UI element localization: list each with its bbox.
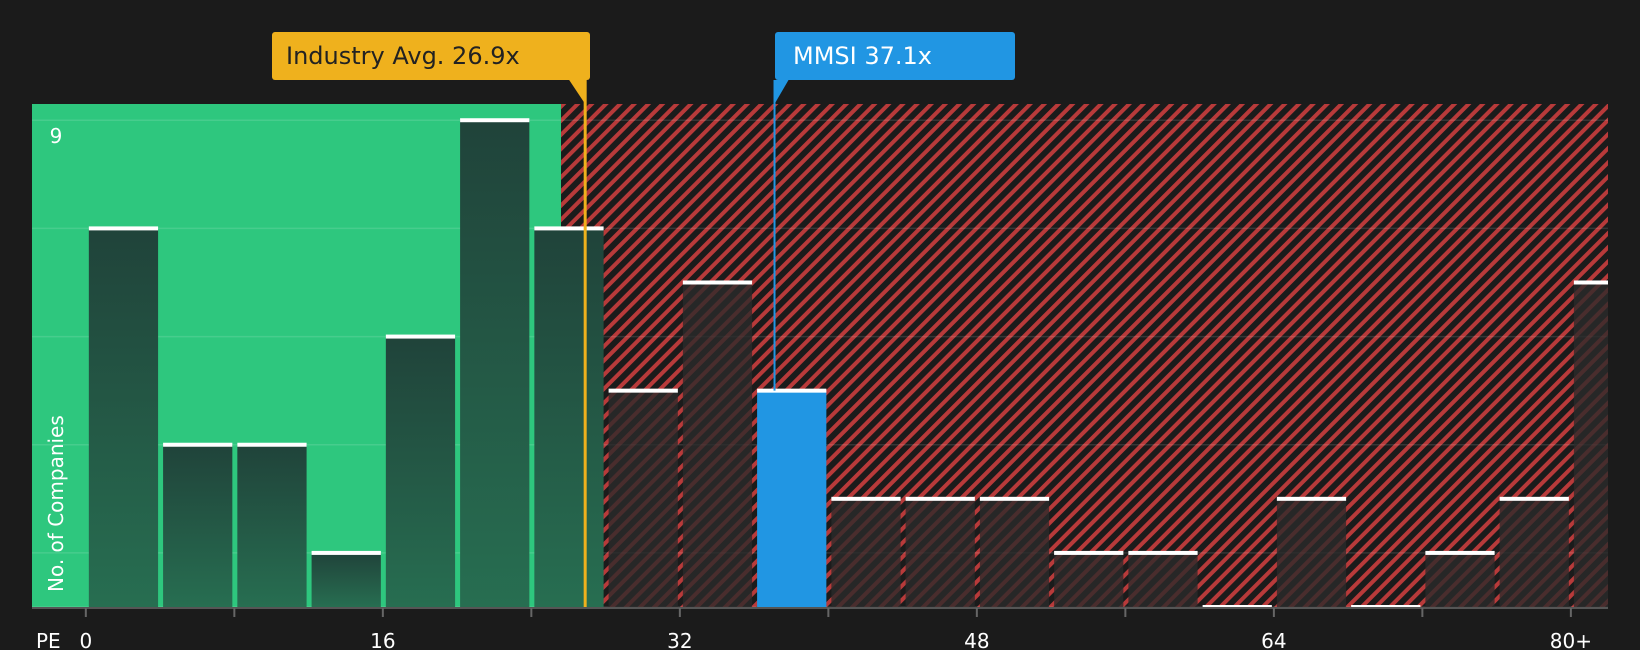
histogram-bar	[1573, 282, 1608, 607]
bar-top-marker	[1425, 550, 1495, 555]
bar-top-marker	[163, 442, 233, 447]
company-callout-pointer	[774, 80, 789, 104]
bar-top-marker	[460, 118, 530, 123]
bar-top-marker	[682, 280, 753, 285]
y-axis-label: No. of Companies	[44, 415, 68, 592]
histogram-bar	[1128, 552, 1198, 607]
bar-top-marker	[1128, 550, 1198, 555]
histogram-bar	[1276, 498, 1347, 607]
histogram-bar	[1425, 552, 1495, 607]
bar-top-marker	[979, 496, 1050, 501]
histogram-bar	[608, 390, 678, 607]
bar-top-marker	[534, 226, 604, 231]
bar-top-marker	[385, 334, 456, 339]
histogram-bar	[163, 444, 233, 607]
company-pe-line	[773, 80, 776, 391]
histogram-bar	[1499, 498, 1569, 607]
bar-top-marker	[905, 496, 975, 501]
x-tick-label: 16	[370, 629, 395, 650]
y-tick-label: 9	[50, 124, 63, 148]
histogram-bar	[682, 282, 753, 607]
bar-top-marker	[1499, 496, 1569, 501]
x-tick-label: 80+	[1550, 629, 1592, 650]
histogram-bar	[831, 498, 901, 607]
histogram-bar	[460, 120, 530, 608]
histogram-bar	[237, 444, 307, 607]
bar-top-marker	[757, 388, 827, 393]
histogram-bar	[311, 552, 381, 607]
industry-average-line	[583, 80, 587, 607]
histogram-bar	[534, 228, 604, 608]
histogram-bar	[1054, 552, 1124, 607]
bar-top-marker	[608, 388, 678, 393]
bar-top-marker	[311, 550, 381, 555]
histogram-bar	[88, 228, 159, 608]
bar-top-marker	[88, 226, 159, 231]
industry-average-callout: Industry Avg. 26.9x	[272, 32, 590, 80]
company-bar	[757, 390, 827, 607]
pe-distribution-chart: 0 16 32 48 64 80+ PE 9 No. of Companies	[32, 80, 1609, 650]
histogram-bar	[385, 336, 456, 607]
bar-top-marker	[1276, 496, 1347, 501]
company-pe-callout: MMSI 37.1x	[775, 32, 1015, 80]
x-tick-label: 64	[1261, 629, 1286, 650]
x-tick-label: 48	[964, 629, 989, 650]
x-tick-label: 32	[667, 629, 692, 650]
x-tick-label: 0	[79, 629, 92, 650]
bar-top-marker	[831, 496, 901, 501]
bar-top-marker	[237, 442, 307, 447]
bar-top-marker	[1573, 280, 1608, 285]
histogram-bar	[979, 498, 1050, 607]
industry-callout-pointer	[569, 80, 586, 104]
bar-top-marker	[1054, 550, 1124, 555]
x-axis-label: PE	[36, 629, 61, 650]
histogram-bar	[905, 498, 975, 607]
